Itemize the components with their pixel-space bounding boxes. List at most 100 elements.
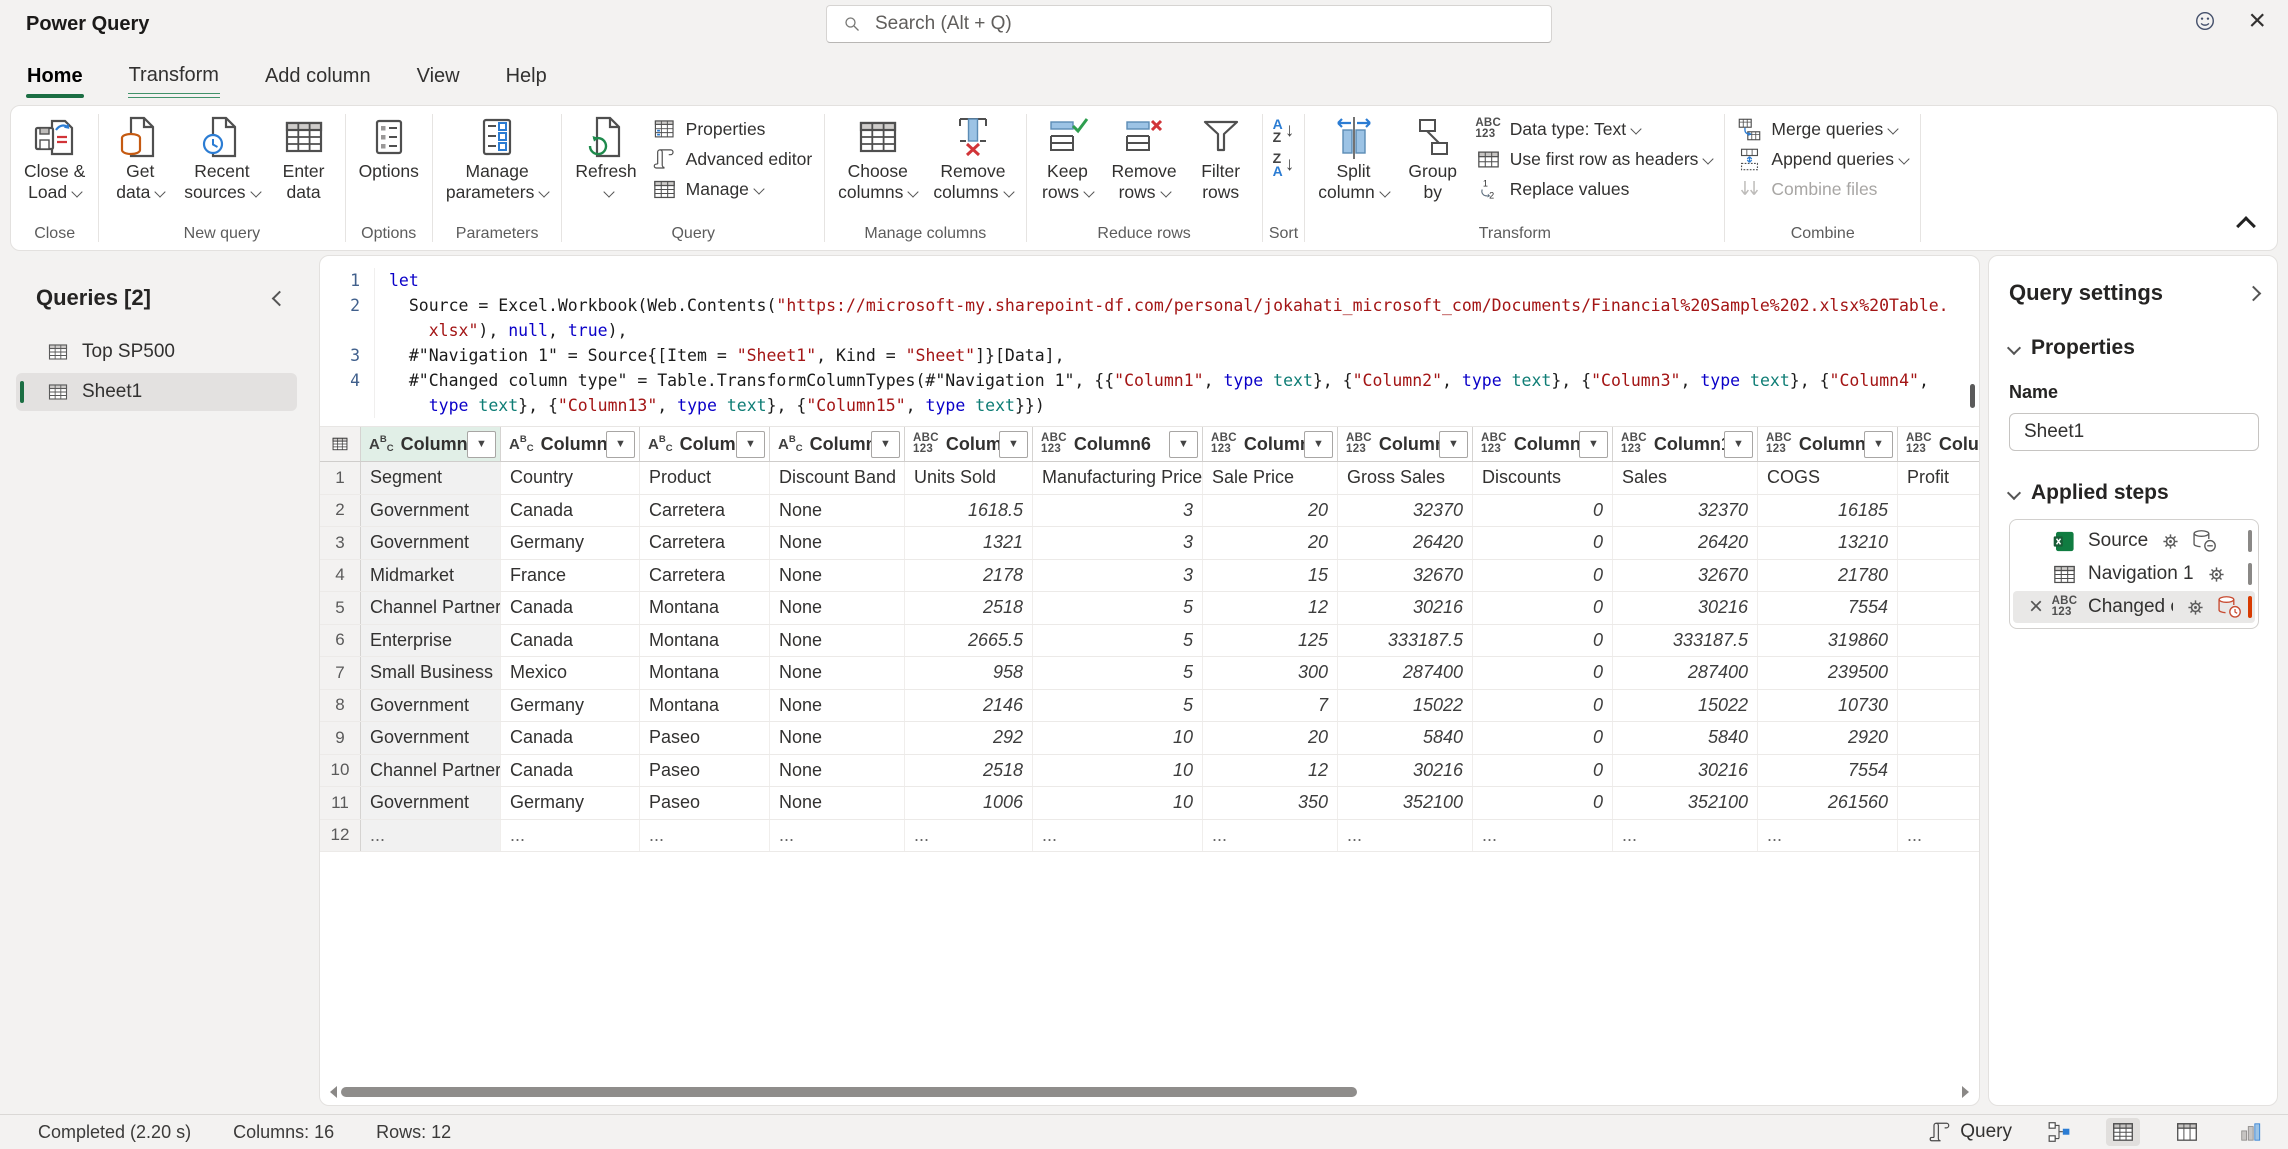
table-cell[interactable] bbox=[1898, 560, 1979, 592]
table-cell[interactable]: 2665.5 bbox=[905, 625, 1033, 657]
table-cell[interactable]: ... bbox=[361, 820, 501, 852]
table-cell[interactable]: 5 bbox=[1033, 592, 1203, 624]
table-cell[interactable]: 333187.5 bbox=[1338, 625, 1473, 657]
table-cell[interactable]: 26420 bbox=[1613, 527, 1758, 559]
table-cell[interactable]: 292 bbox=[905, 722, 1033, 754]
gear-icon[interactable] bbox=[2183, 595, 2208, 620]
table-cell[interactable]: ... bbox=[640, 820, 770, 852]
table-cell[interactable]: Montana bbox=[640, 592, 770, 624]
table-cell[interactable]: 10 bbox=[1033, 722, 1203, 754]
ribbon-button-remove-rows[interactable]: Removerows bbox=[1105, 110, 1184, 206]
properties-section-header[interactable]: Properties bbox=[2009, 336, 2259, 360]
table-cell[interactable]: 15 bbox=[1203, 560, 1338, 592]
table-cell[interactable]: 261560 bbox=[1758, 787, 1898, 819]
ribbon-button-keep-rows[interactable]: Keeprows bbox=[1033, 110, 1103, 206]
table-cell[interactable]: 20 bbox=[1203, 495, 1338, 527]
table-cell[interactable]: None bbox=[770, 625, 905, 657]
table-cell[interactable]: 0 bbox=[1473, 722, 1613, 754]
table-cell[interactable]: 15022 bbox=[1338, 690, 1473, 722]
gear-icon[interactable] bbox=[2204, 562, 2229, 587]
table-cell[interactable]: 32370 bbox=[1613, 495, 1758, 527]
table-cell[interactable]: 0 bbox=[1473, 495, 1613, 527]
table-cell[interactable]: Sales bbox=[1613, 462, 1758, 494]
table-cell[interactable]: Gross Sales bbox=[1338, 462, 1473, 494]
table-cell[interactable]: Government bbox=[361, 495, 501, 527]
table-cell[interactable]: 1006 bbox=[905, 787, 1033, 819]
table-cell[interactable]: COGS bbox=[1758, 462, 1898, 494]
table-cell[interactable]: 0 bbox=[1473, 592, 1613, 624]
column-header-column7[interactable]: ABC123Column7▼ bbox=[1203, 427, 1338, 461]
table-cell[interactable]: 7 bbox=[1203, 690, 1338, 722]
table-cell[interactable]: 21780 bbox=[1758, 560, 1898, 592]
table-cell[interactable]: Channel Partners bbox=[361, 592, 501, 624]
table-cell[interactable]: None bbox=[770, 722, 905, 754]
table-cell[interactable]: None bbox=[770, 755, 905, 787]
table-cell[interactable]: Montana bbox=[640, 690, 770, 722]
column-header-column5[interactable]: ABC123Column5▼ bbox=[905, 427, 1033, 461]
ribbon-button-advanced-editor[interactable]: Advanced editor bbox=[646, 144, 818, 174]
column-header-column6[interactable]: ABC123Column6▼ bbox=[1033, 427, 1203, 461]
filter-button-column3[interactable]: ▼ bbox=[736, 431, 765, 458]
tab-transform[interactable]: Transform bbox=[128, 62, 220, 105]
table-cell[interactable]: Canada bbox=[501, 592, 640, 624]
table-cell[interactable]: Government bbox=[361, 787, 501, 819]
table-cell[interactable]: ... bbox=[501, 820, 640, 852]
query-name-input[interactable] bbox=[2009, 413, 2259, 451]
ribbon-button-sort-ascending[interactable]: AZ↓ bbox=[1269, 116, 1299, 144]
table-cell[interactable]: ... bbox=[1758, 820, 1898, 852]
table-cell[interactable]: 30216 bbox=[1338, 755, 1473, 787]
ribbon-button-use-first-row-as-headers[interactable]: Use first row as headers bbox=[1470, 144, 1719, 174]
delete-step-icon[interactable]: × bbox=[2029, 596, 2043, 618]
column-header-column11[interactable]: ABC123Column11▼ bbox=[1758, 427, 1898, 461]
table-cell[interactable]: 1618.5 bbox=[905, 495, 1033, 527]
table-cell[interactable]: 7554 bbox=[1758, 755, 1898, 787]
table-cell[interactable]: Segment bbox=[361, 462, 501, 494]
ribbon-button-group-by[interactable]: Groupby bbox=[1398, 110, 1468, 206]
ribbon-button-filter-rows[interactable]: Filterrows bbox=[1186, 110, 1256, 206]
table-cell[interactable]: 2146 bbox=[905, 690, 1033, 722]
column-header-column12[interactable]: ABC123Column12▼ bbox=[1898, 427, 1979, 461]
table-cell[interactable]: Carretera bbox=[640, 495, 770, 527]
table-cell[interactable]: 32670 bbox=[1338, 560, 1473, 592]
table-cell[interactable]: 5 bbox=[1033, 625, 1203, 657]
ribbon-button-merge-queries[interactable]: Merge queries bbox=[1731, 114, 1914, 144]
table-cell[interactable]: Germany bbox=[501, 690, 640, 722]
table-cell[interactable]: Sale Price bbox=[1203, 462, 1338, 494]
table-cell[interactable]: 319860 bbox=[1758, 625, 1898, 657]
table-cell[interactable]: 13210 bbox=[1758, 527, 1898, 559]
table-cell[interactable]: Canada bbox=[501, 722, 640, 754]
ribbon-button-properties[interactable]: Properties bbox=[646, 114, 818, 144]
column-header-column10[interactable]: ABC123Column10▼ bbox=[1613, 427, 1758, 461]
filter-button-column8[interactable]: ▼ bbox=[1439, 431, 1468, 458]
ribbon-button-close-load[interactable]: Close &Load bbox=[17, 110, 92, 206]
ribbon-button-recent-sources[interactable]: Recentsources bbox=[177, 110, 266, 206]
filter-button-column1[interactable]: ▼ bbox=[467, 431, 496, 458]
table-cell[interactable]: 0 bbox=[1473, 560, 1613, 592]
table-cell[interactable] bbox=[1898, 690, 1979, 722]
table-cell[interactable]: 7554 bbox=[1758, 592, 1898, 624]
table-cell[interactable]: None bbox=[770, 657, 905, 689]
table-cell[interactable]: Canada bbox=[501, 495, 640, 527]
ribbon-button-sort-descending[interactable]: ZA↓ bbox=[1269, 150, 1299, 178]
ribbon-button-remove-columns[interactable]: Removecolumns bbox=[926, 110, 1019, 206]
table-cell[interactable]: Product bbox=[640, 462, 770, 494]
table-cell[interactable] bbox=[1898, 625, 1979, 657]
table-cell[interactable]: 287400 bbox=[1613, 657, 1758, 689]
table-cell[interactable]: Paseo bbox=[640, 755, 770, 787]
chart-view-button[interactable] bbox=[2234, 1118, 2268, 1146]
table-cell[interactable] bbox=[1898, 722, 1979, 754]
table-cell[interactable]: Montana bbox=[640, 657, 770, 689]
table-cell[interactable]: 0 bbox=[1473, 625, 1613, 657]
table-cell[interactable]: 0 bbox=[1473, 657, 1613, 689]
table-cell[interactable]: Enterprise bbox=[361, 625, 501, 657]
table-cell[interactable]: None bbox=[770, 527, 905, 559]
table-cell[interactable]: Carretera bbox=[640, 560, 770, 592]
column-header-column3[interactable]: ABCColumn3▼ bbox=[640, 427, 770, 461]
table-cell[interactable] bbox=[1898, 657, 1979, 689]
tab-home[interactable]: Home bbox=[26, 63, 84, 105]
query-item-sheet1[interactable]: Sheet1 bbox=[16, 373, 297, 411]
table-cell[interactable]: Discounts bbox=[1473, 462, 1613, 494]
table-cell[interactable] bbox=[1898, 755, 1979, 787]
ribbon-button-manage-parameters[interactable]: Manageparameters bbox=[439, 110, 556, 206]
table-cell[interactable]: 30216 bbox=[1338, 592, 1473, 624]
